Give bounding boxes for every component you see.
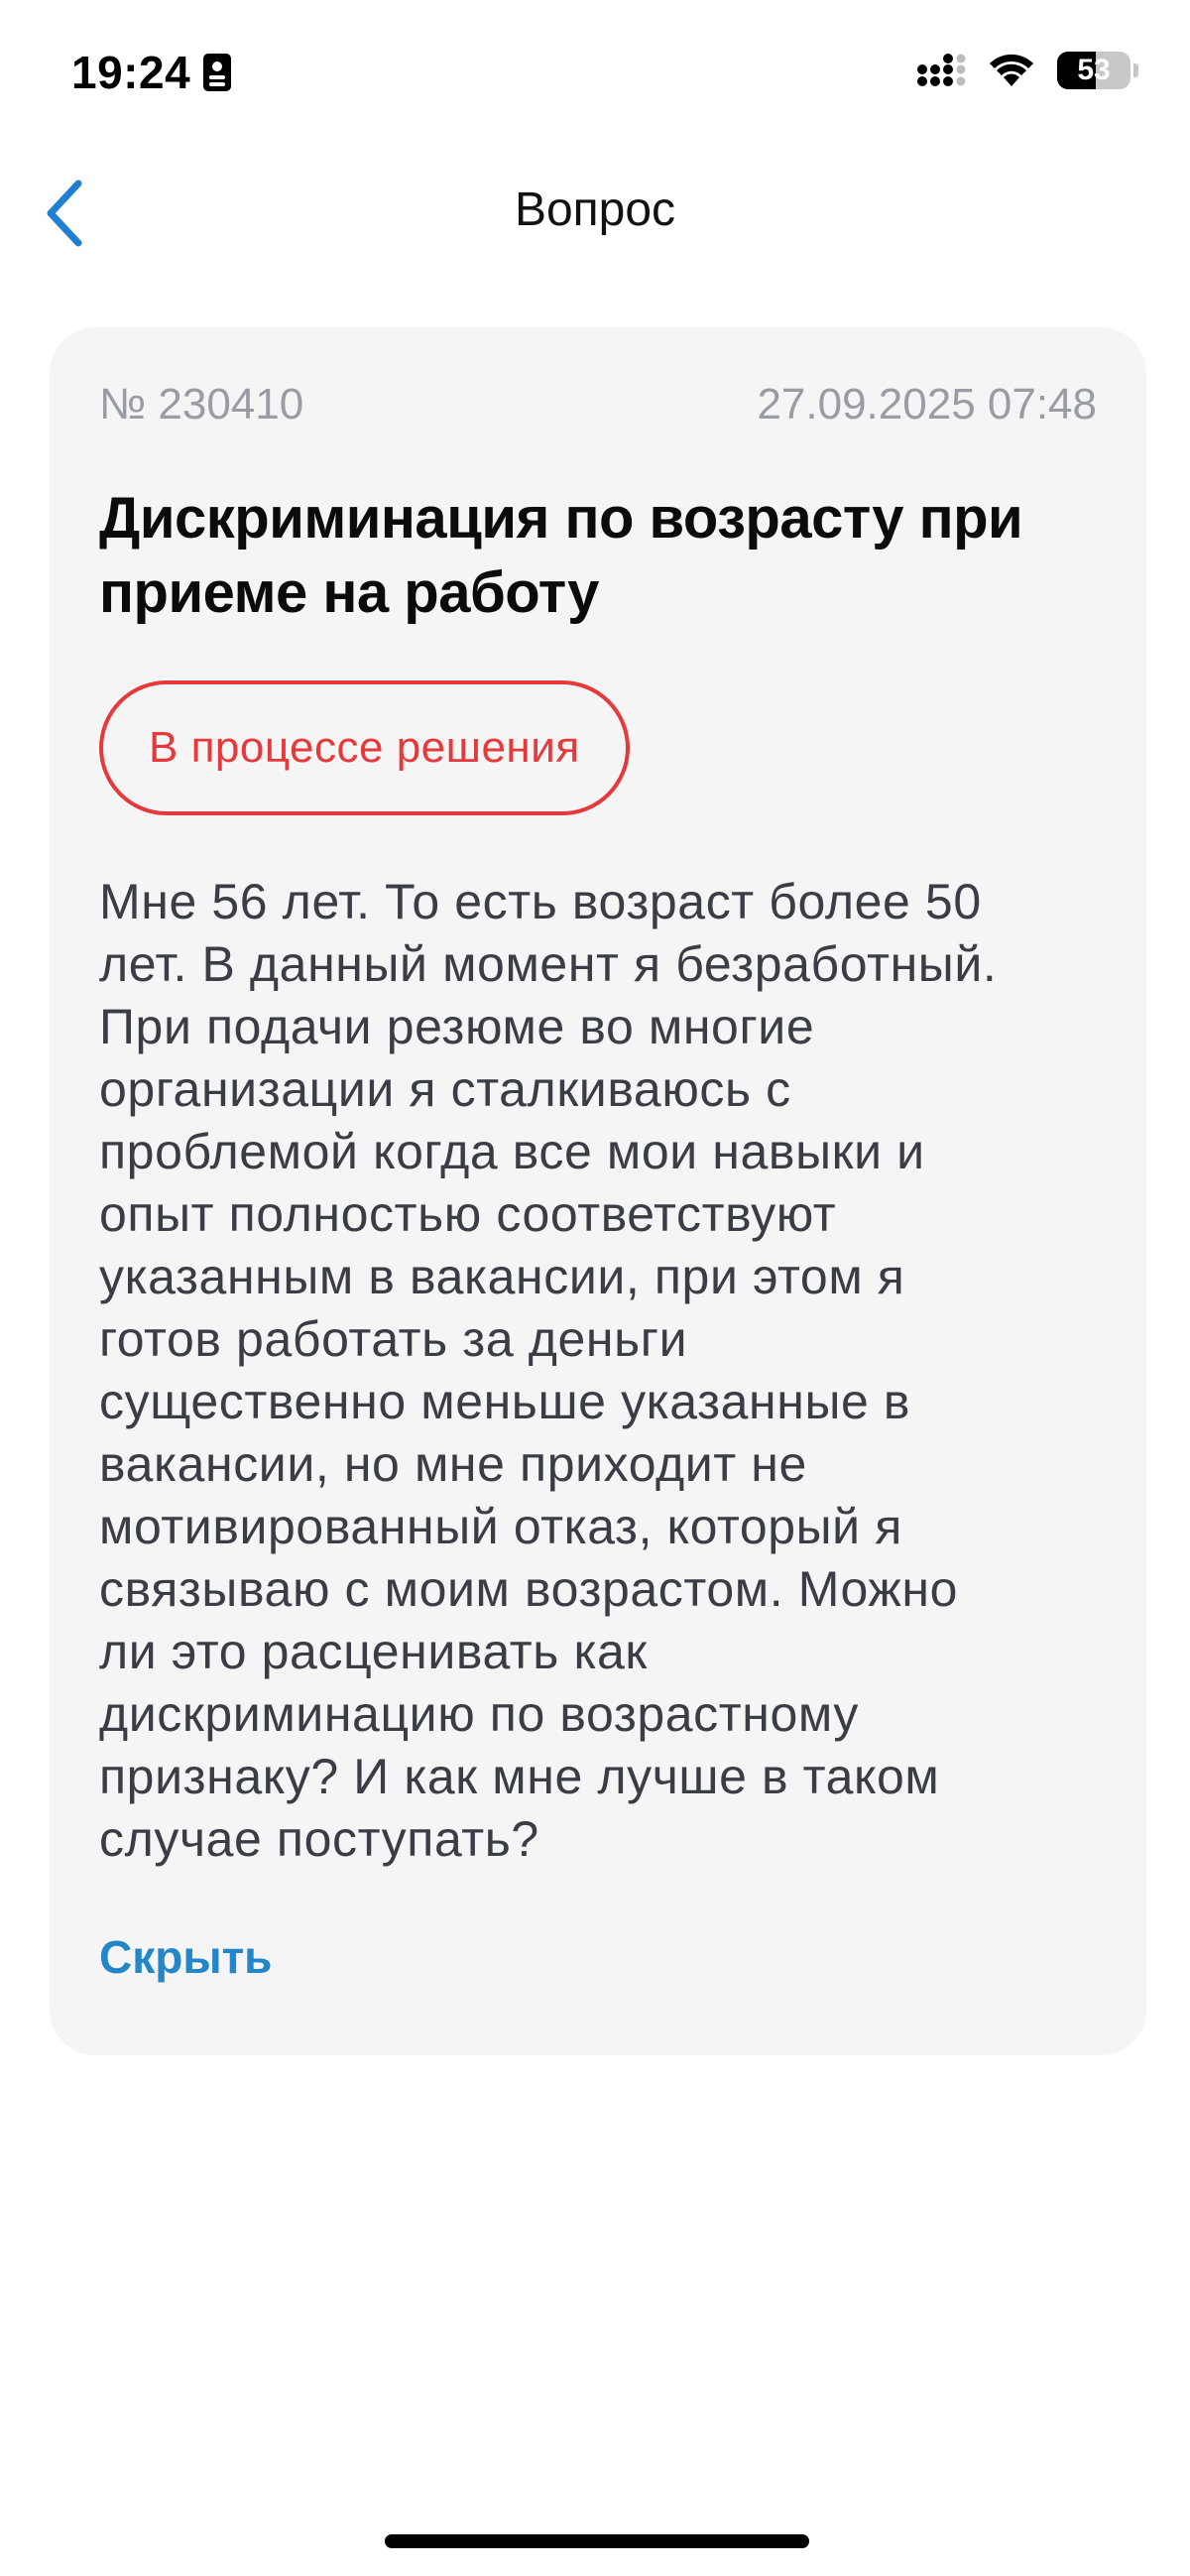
wifi-icon bbox=[990, 54, 1033, 86]
home-indicator[interactable] bbox=[385, 2534, 809, 2548]
status-badge: В процессе решения bbox=[99, 679, 630, 815]
status-icons: 53 bbox=[916, 52, 1138, 89]
question-meta: № 230410 27.09.2025 07:48 bbox=[99, 379, 1097, 431]
question-body: Мне 56 лет. То есть возраст более 50 лет… bbox=[99, 873, 998, 1867]
question-number: № 230410 bbox=[99, 380, 304, 429]
page-title: Вопрос bbox=[514, 184, 676, 236]
battery-level: 53 bbox=[1077, 54, 1111, 86]
status-bar: 19:24 53 bbox=[0, 0, 1190, 149]
battery-icon: 53 bbox=[1057, 52, 1130, 89]
question-title: Дискриминация по возрасту при приеме на … bbox=[99, 485, 1023, 626]
question-card: № 230410 27.09.2025 07:48 Дискриминация … bbox=[50, 327, 1146, 2055]
nav-header: Вопрос bbox=[0, 159, 1190, 268]
cellular-signal-icon bbox=[917, 54, 966, 86]
hide-button[interactable]: Скрыть bbox=[99, 1930, 272, 1984]
status-time-text: 19:24 bbox=[71, 47, 191, 98]
id-card-icon bbox=[203, 54, 232, 91]
status-time: 19:24 bbox=[71, 46, 232, 99]
question-datetime: 27.09.2025 07:48 bbox=[757, 380, 1097, 429]
battery-cap bbox=[1133, 63, 1138, 77]
